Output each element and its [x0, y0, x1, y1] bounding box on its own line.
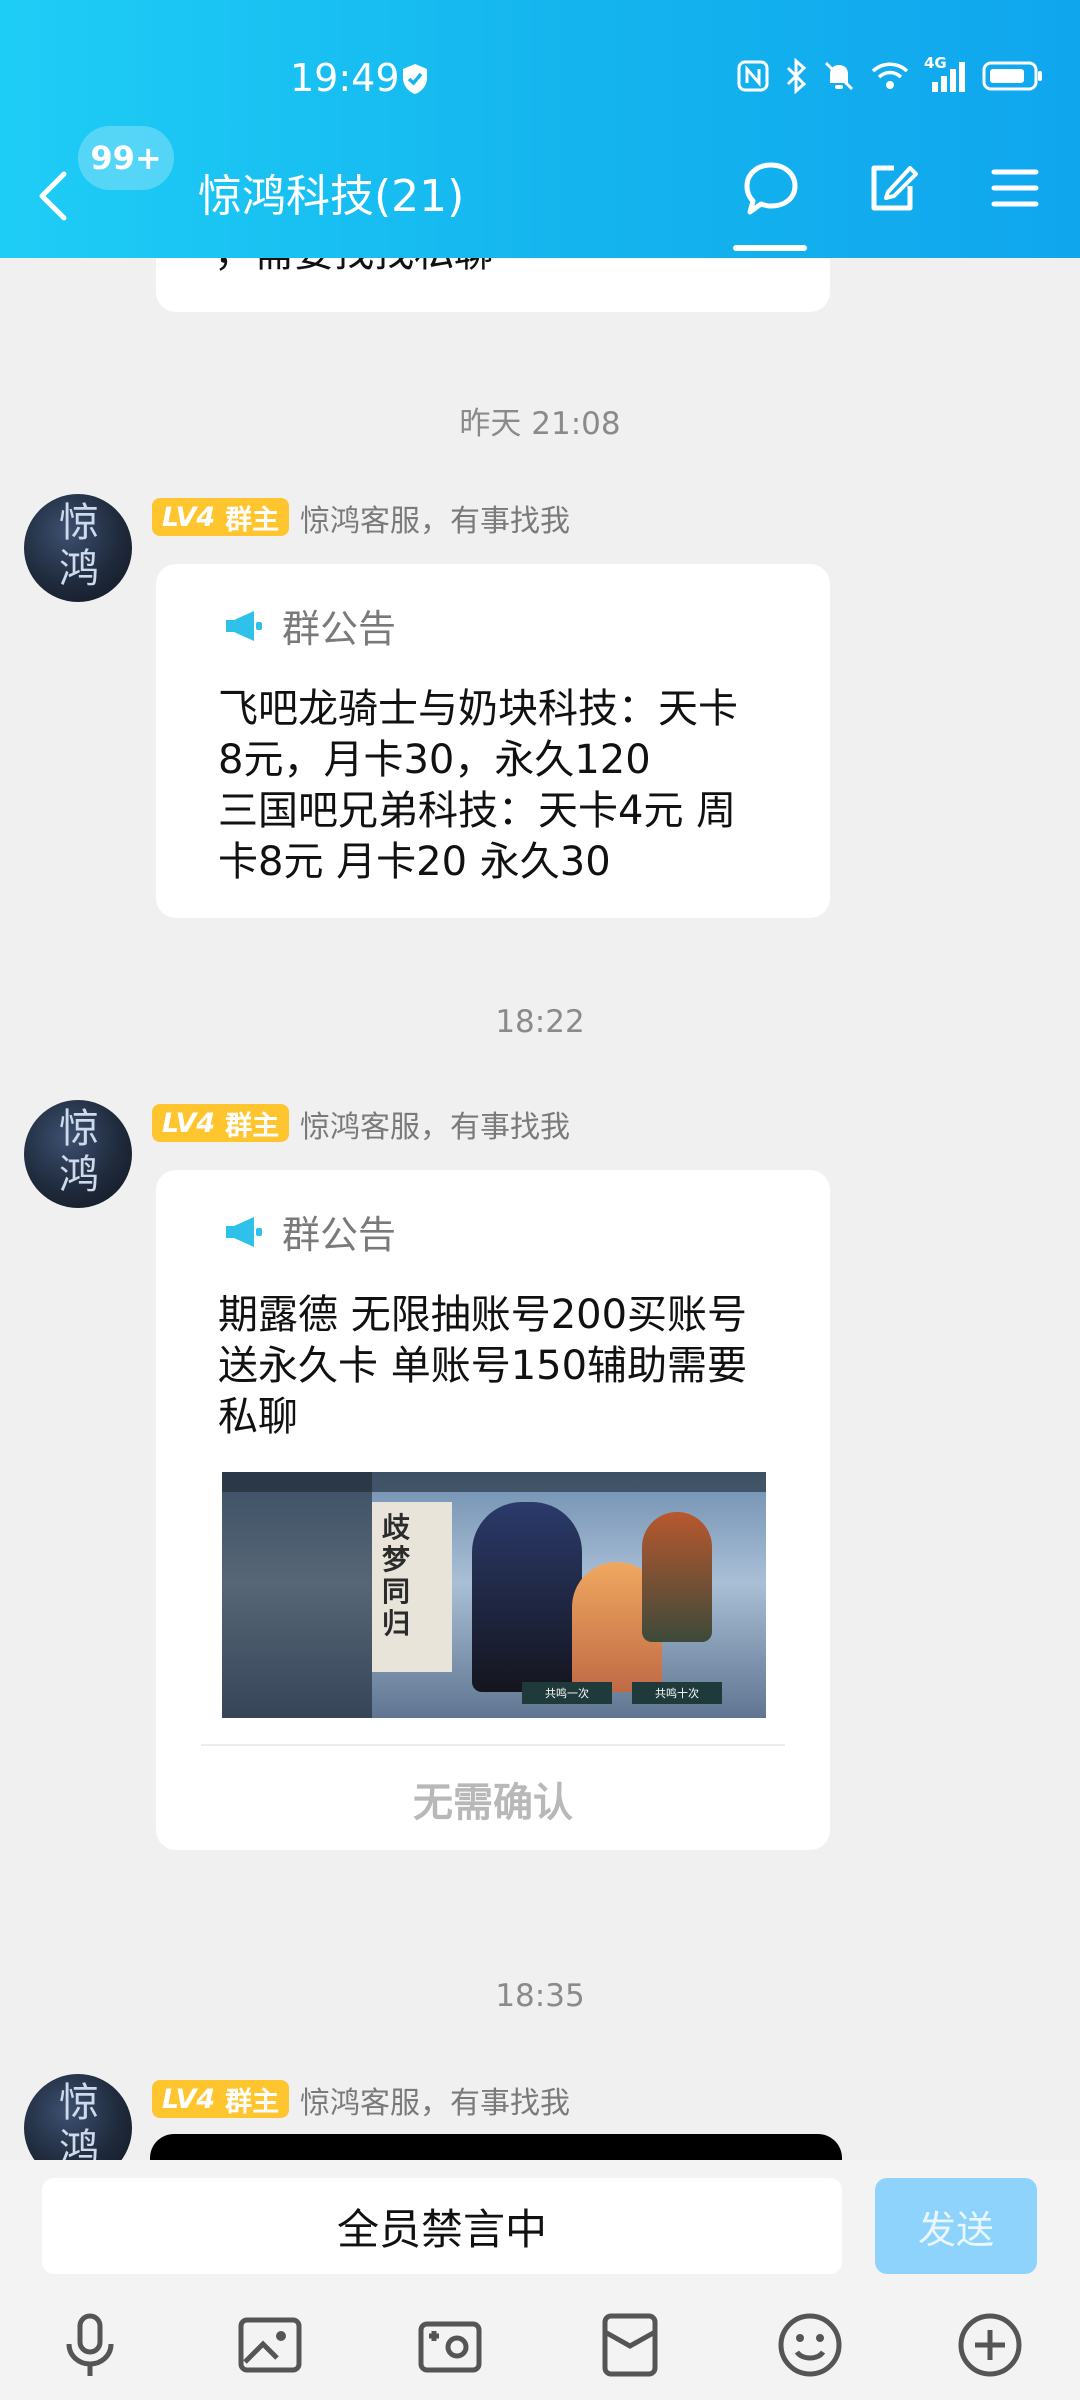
image-button-2-label: 共鸣十次 — [655, 1687, 699, 1700]
no-confirm-label: 无需确认 — [413, 1780, 573, 1826]
app-header: 19:49 4G 99+ 惊鸿科技(21) — [0, 0, 1080, 258]
chat-title: 惊鸿科技(21) — [198, 171, 465, 222]
avatar-text: 惊鸿 — [59, 2080, 99, 2160]
sender-name: 惊鸿客服，有事找我 — [300, 2086, 570, 2121]
role-label: 群主 — [225, 2086, 280, 2118]
time-separator: 昨天 21:08 — [459, 406, 621, 442]
emoji-icon[interactable] — [775, 2310, 845, 2380]
announcement-card[interactable]: 群公告 飞吧龙骑士与奶块科技：天卡 8元，月卡30，永久120 三国吧兄弟科技：… — [156, 564, 830, 918]
status-bar: 19:49 4G — [0, 0, 1080, 150]
avatar-text: 惊鸿 — [59, 1106, 99, 1198]
message-bubble[interactable]: ，需要找找私聊 — [156, 258, 830, 312]
muted-input: 全员禁言中 — [42, 2178, 842, 2274]
message-bubble-dark[interactable] — [150, 2134, 842, 2160]
avatar-text: 惊鸿 — [59, 500, 99, 592]
active-tab-indicator — [733, 245, 807, 251]
message-text: ，需要找找私聊 — [214, 258, 494, 278]
role-badge: LV4 群主 — [152, 498, 290, 536]
image-character-1 — [472, 1502, 582, 1692]
image-character-3 — [642, 1512, 712, 1642]
status-time: 19:49 — [290, 56, 400, 100]
announcement-text: 飞吧龙骑士与奶块科技：天卡 8元，月卡30，永久120 三国吧兄弟科技：天卡4元… — [218, 686, 738, 885]
microphone-icon[interactable] — [55, 2310, 125, 2380]
sender-name: 惊鸿客服，有事找我 — [300, 504, 570, 539]
unread-badge[interactable]: 99+ — [78, 126, 174, 190]
avatar[interactable]: 惊鸿 — [24, 1100, 132, 1208]
role-label: 群主 — [225, 1110, 280, 1142]
card-divider — [201, 1744, 785, 1746]
image-icon[interactable] — [235, 2310, 305, 2380]
image-left-panel — [222, 1472, 372, 1718]
network-label: 4G — [924, 54, 947, 72]
announcement-header: 群公告 — [222, 1204, 396, 1259]
input-area: 全员禁言中 发送 — [0, 2160, 1080, 2400]
role-label: 群主 — [225, 504, 280, 536]
battery-icon — [982, 61, 1042, 91]
sender-name: 惊鸿客服，有事找我 — [300, 1110, 570, 1145]
announcement-text: 期露德 无限抽账号200买账号 送永久卡 单账号150辅助需要 私聊 — [218, 1292, 748, 1440]
shield-icon — [403, 64, 427, 94]
plus-icon[interactable] — [955, 2310, 1025, 2380]
role-badge: LV4 群主 — [152, 2080, 290, 2118]
wifi-icon — [871, 62, 909, 89]
level-label: LV4 — [162, 1107, 216, 1139]
megaphone-icon — [226, 610, 262, 641]
send-button[interactable]: 发送 — [875, 2178, 1037, 2274]
image-top-bar — [222, 1472, 766, 1492]
mute-bell-icon — [824, 61, 854, 91]
edit-icon[interactable] — [864, 160, 920, 216]
attached-image[interactable]: 歧梦同归 共鸣一次 共鸣十次 — [222, 1472, 766, 1718]
red-packet-icon[interactable] — [595, 2310, 665, 2380]
back-icon[interactable] — [34, 168, 74, 224]
announcement-card[interactable]: 群公告 期露德 无限抽账号200买账号 送永久卡 单账号150辅助需要 私聊 歧… — [156, 1170, 830, 1850]
image-button-1-label: 共鸣一次 — [545, 1687, 589, 1700]
announcement-label: 群公告 — [282, 607, 397, 651]
signal-indicator: 4G — [924, 54, 968, 94]
role-badge: LV4 群主 — [152, 1104, 290, 1142]
message-list[interactable]: ，需要找找私聊 昨天 21:08 惊鸿 LV4 群主 惊鸿客服，有事找我 群公告… — [0, 258, 1080, 2160]
level-label: LV4 — [162, 501, 216, 533]
time-separator: 18:22 — [495, 1004, 585, 1040]
megaphone-icon — [226, 1216, 262, 1247]
camera-icon[interactable] — [415, 2310, 485, 2380]
avatar[interactable]: 惊鸿 — [24, 2074, 132, 2160]
input-toolbar — [0, 2310, 1080, 2400]
avatar[interactable]: 惊鸿 — [24, 494, 132, 602]
menu-icon[interactable] — [990, 160, 1040, 216]
image-button-2: 共鸣十次 — [632, 1682, 722, 1704]
level-label: LV4 — [162, 2083, 216, 2115]
nfc-icon — [737, 60, 769, 92]
time-separator: 18:35 — [495, 1978, 585, 2014]
image-title: 歧梦同归 — [382, 1511, 411, 1640]
announcement-header: 群公告 — [222, 598, 396, 653]
image-button-1: 共鸣一次 — [522, 1682, 612, 1704]
bluetooth-icon — [786, 58, 807, 94]
chat-bubble-icon[interactable] — [742, 160, 800, 218]
announcement-label: 群公告 — [282, 1213, 397, 1257]
status-icons: 4G — [736, 54, 1044, 94]
